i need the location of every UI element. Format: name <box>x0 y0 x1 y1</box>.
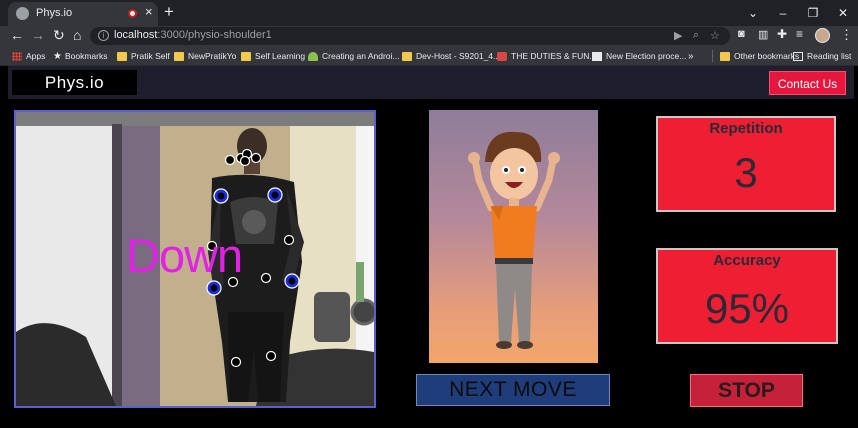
recording-indicator-icon <box>128 9 137 18</box>
bookmark-bookmarks[interactable]: ★ Bookmarks <box>53 49 107 63</box>
navbar: Phys.io Contact Us <box>8 66 854 99</box>
contact-us-button[interactable]: Contact Us <box>769 71 846 95</box>
extension-camera-icon[interactable]: ◙ <box>738 28 745 40</box>
bookmark-pratik-self[interactable]: Pratik Self <box>117 49 170 63</box>
more-bookmarks-button[interactable]: » <box>688 49 694 63</box>
extension-icon[interactable]: ▥ <box>758 28 768 41</box>
reload-icon[interactable]: ↻ <box>53 27 65 44</box>
close-window-icon[interactable]: ✕ <box>828 0 858 26</box>
zoom-icon[interactable]: ⌕ <box>693 29 699 42</box>
new-tab-icon[interactable]: + <box>164 3 174 20</box>
reading-list[interactable]: Reading list <box>793 49 851 63</box>
bookmark-creating-android[interactable]: Creating an Androi... <box>308 49 400 63</box>
browser-menu-icon[interactable]: ⋮ <box>840 27 853 43</box>
bookmark-newpratikyo[interactable]: NewPratikYo <box>174 49 236 63</box>
close-tab-icon[interactable]: × <box>145 4 153 19</box>
brand-logo[interactable]: Phys.io <box>12 70 137 95</box>
reading-mode-icon[interactable]: ≡ <box>796 27 803 41</box>
bookmark-divider <box>712 50 713 62</box>
folder-icon <box>241 51 251 61</box>
folder-icon <box>174 51 184 61</box>
tab-search-icon[interactable]: ⌄ <box>738 0 768 26</box>
bookmark-self-learning[interactable]: Self Learning <box>241 49 305 63</box>
bookmark-dev-host[interactable]: Dev-Host - S9201_4... <box>402 49 500 63</box>
browser-toolbar: ← → ↻ ⌂ i localhost:3000/physio-shoulder… <box>0 26 858 46</box>
extensions-puzzle-icon[interactable]: ✚ <box>777 27 787 41</box>
bookmark-apps[interactable]: Apps <box>12 49 45 63</box>
bookmarks-bar: Apps ★ Bookmarks Pratik Self NewPratikYo … <box>0 46 858 66</box>
pose-status-label: Down <box>126 229 243 282</box>
back-icon[interactable]: ← <box>10 27 24 44</box>
camera-in-use-icon[interactable]: ▶ <box>674 29 682 42</box>
webcam-feed: Down <box>14 110 376 408</box>
url-text[interactable]: localhost:3000/physio-shoulder1 <box>114 29 272 41</box>
tab-title: Phys.io <box>36 7 73 19</box>
hat-icon <box>497 51 507 61</box>
bookmark-duties[interactable]: THE DUTIES & FUN... <box>497 49 596 63</box>
page-icon <box>592 51 602 61</box>
bookmark-election[interactable]: New Election proce... <box>592 49 686 63</box>
cartoon-figure <box>468 131 560 349</box>
accuracy-card: Accuracy 95% <box>656 248 838 344</box>
reading-list-icon <box>793 51 803 61</box>
accuracy-value: 95% <box>704 285 790 332</box>
android-icon <box>308 51 318 61</box>
browser-tab-strip: Phys.io × + ⌄ – ❐ ✕ <box>0 0 858 26</box>
next-move-button[interactable]: NEXT MOVE <box>416 374 610 406</box>
exercise-illustration <box>429 110 598 363</box>
restore-icon[interactable]: ❐ <box>798 0 828 26</box>
window-controls: ⌄ – ❐ ✕ <box>738 0 858 26</box>
home-icon[interactable]: ⌂ <box>73 27 81 44</box>
folder-icon <box>402 51 412 61</box>
folder-icon <box>720 51 730 61</box>
browser-tab[interactable]: Phys.io × <box>8 2 158 26</box>
app-page: Phys.io Contact Us Down NEXT MOVE Repeti… <box>0 66 858 428</box>
star-icon: ★ <box>53 50 62 62</box>
repetition-label: Repetition <box>709 120 783 137</box>
folder-icon <box>117 51 127 61</box>
repetition-value: 3 <box>734 149 758 196</box>
accuracy-label: Accuracy <box>713 252 781 269</box>
bookmark-star-icon[interactable]: ☆ <box>710 29 720 42</box>
address-bar[interactable]: i localhost:3000/physio-shoulder1 ▶ ⌕ ☆ <box>90 27 730 45</box>
profile-avatar[interactable] <box>815 28 830 43</box>
forward-icon[interactable]: → <box>31 27 45 44</box>
site-info-icon[interactable]: i <box>98 30 109 41</box>
apps-grid-icon <box>12 51 22 61</box>
repetition-card: Repetition 3 <box>656 116 836 212</box>
minimize-icon[interactable]: – <box>768 0 798 26</box>
other-bookmarks[interactable]: Other bookmarks <box>720 49 799 63</box>
stop-button[interactable]: STOP <box>690 374 803 407</box>
tab-favicon-icon <box>16 7 29 20</box>
